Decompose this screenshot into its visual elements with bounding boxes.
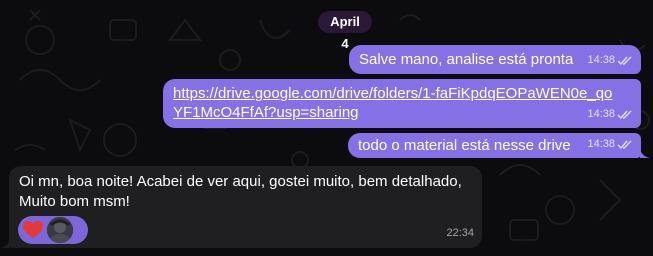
bubble-tail bbox=[0, 236, 10, 248]
double-check-icon bbox=[617, 140, 632, 149]
heart-icon[interactable] bbox=[23, 221, 43, 239]
message-meta: 14:38 bbox=[587, 135, 633, 154]
double-check-icon bbox=[617, 56, 632, 65]
message-time: 14:38 bbox=[587, 108, 615, 120]
outgoing-message-3[interactable]: todo o material está nesse drive 14:38 bbox=[348, 133, 641, 158]
message-text: todo o material está nesse drive bbox=[358, 137, 571, 154]
outgoing-message-2[interactable]: https://drive.google.com/drive/folders/1… bbox=[163, 79, 641, 128]
message-text: Salve mano, analise está pronta bbox=[359, 51, 574, 68]
message-meta: 14:38 bbox=[587, 105, 633, 124]
outgoing-message-1[interactable]: Salve mano, analise está pronta 14:38 bbox=[349, 45, 641, 74]
message-text: Oi mn, boa noite! Acabei de ver aqui, go… bbox=[19, 173, 462, 210]
message-time: 14:38 bbox=[587, 138, 615, 150]
double-check-icon bbox=[617, 110, 632, 119]
message-meta: 14:38 bbox=[587, 51, 633, 70]
drive-link[interactable]: https://drive.google.com/drive/folders/1… bbox=[173, 84, 618, 122]
bubble-tail bbox=[640, 146, 650, 158]
reactions-pill[interactable] bbox=[18, 216, 88, 244]
message-time: 14:38 bbox=[587, 54, 615, 66]
message-time: 22:34 bbox=[446, 227, 474, 239]
incoming-message[interactable]: Oi mn, boa noite! Acabei de ver aqui, go… bbox=[9, 166, 482, 248]
date-separator: April 4 bbox=[318, 11, 372, 51]
reactor-avatar[interactable] bbox=[47, 217, 73, 243]
avatar-image bbox=[47, 217, 73, 243]
